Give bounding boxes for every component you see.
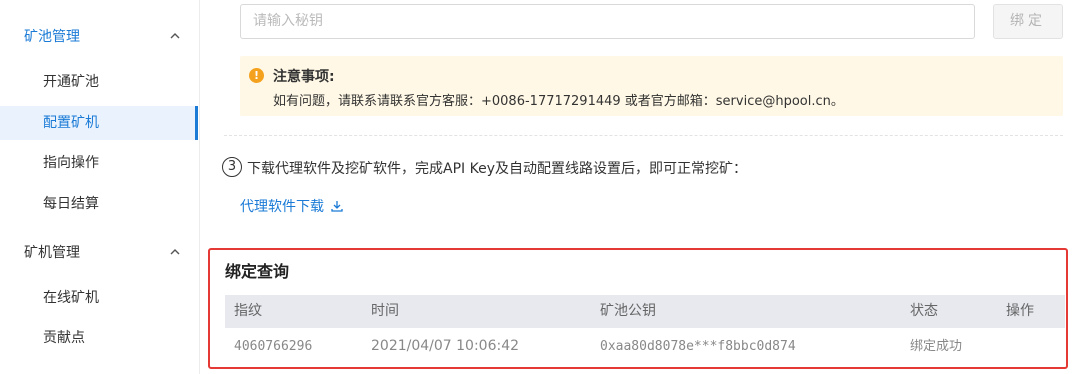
warning-icon: ! (249, 68, 264, 83)
proxy-download-link[interactable]: 代理软件下载 (240, 196, 344, 216)
sidebar-group-miner-management[interactable]: 矿机管理 (24, 242, 184, 262)
binding-query-section: 绑定查询 指纹 时间 矿池公钥 状态 操作 4060766296 2021/04… (208, 248, 1068, 369)
notice-box: ! 注意事项: 如有问题，请联系请联系官方客服：+0086-1771729144… (240, 56, 1063, 116)
sidebar-item-configure-miner[interactable]: 配置矿机 (0, 106, 198, 140)
sidebar-group-label: 矿机管理 (24, 245, 80, 261)
sidebar: 矿池管理 开通矿池 配置矿机 指向操作 每日结算 矿机管理 在线矿机 贡献点 (0, 0, 200, 374)
notice-title: 注意事项: (273, 69, 335, 85)
download-link-label: 代理软件下载 (240, 199, 324, 215)
sidebar-item-open-pool[interactable]: 开通矿池 (0, 65, 198, 99)
cell-time: 2021/04/07 10:06:42 (371, 338, 520, 354)
sidebar-group-pool-management[interactable]: 矿池管理 (24, 26, 184, 46)
step-instruction: 下载代理软件及挖矿软件，完成API Key及自动配置线路设置后，即可正常挖矿： (247, 161, 747, 177)
column-header-status: 状态 (910, 303, 938, 319)
secret-key-input[interactable]: 请输入秘钥 (240, 4, 975, 39)
section-title: 绑定查询 (225, 262, 290, 281)
cell-fingerprint: 4060766296 (234, 339, 313, 354)
divider (224, 135, 1063, 136)
sidebar-item-pointing-operation[interactable]: 指向操作 (0, 146, 198, 180)
download-icon (330, 199, 344, 213)
table-header: 指纹 时间 矿池公钥 状态 操作 (225, 295, 1065, 328)
notice-text: 如有问题，请联系请联系官方客服：+0086-17717291449 或者官方邮箱… (273, 94, 844, 109)
column-header-fingerprint: 指纹 (234, 303, 262, 319)
column-header-action: 操作 (1006, 303, 1034, 319)
column-header-time: 时间 (371, 303, 399, 319)
sidebar-item-online-miners[interactable]: 在线矿机 (0, 281, 198, 315)
table-row: 4060766296 2021/04/07 10:06:42 0xaa80d80… (225, 330, 1065, 363)
bind-button[interactable]: 绑定 (993, 4, 1063, 39)
chevron-up-icon (170, 249, 180, 255)
step-number: 3 (222, 157, 242, 177)
sidebar-group-label: 矿池管理 (24, 29, 80, 45)
main-content: 请输入秘钥 绑定 ! 注意事项: 如有问题，请联系请联系官方客服：+0086-1… (200, 0, 1072, 374)
column-header-pool-pubkey: 矿池公钥 (600, 303, 656, 319)
cell-pool-pubkey: 0xaa80d8078e***f8bbc0d874 (600, 339, 796, 354)
sidebar-item-daily-settlement[interactable]: 每日结算 (0, 187, 198, 221)
sidebar-item-contribution-points[interactable]: 贡献点 (0, 321, 198, 355)
cell-status: 绑定成功 (910, 339, 963, 354)
chevron-up-icon (170, 33, 180, 39)
